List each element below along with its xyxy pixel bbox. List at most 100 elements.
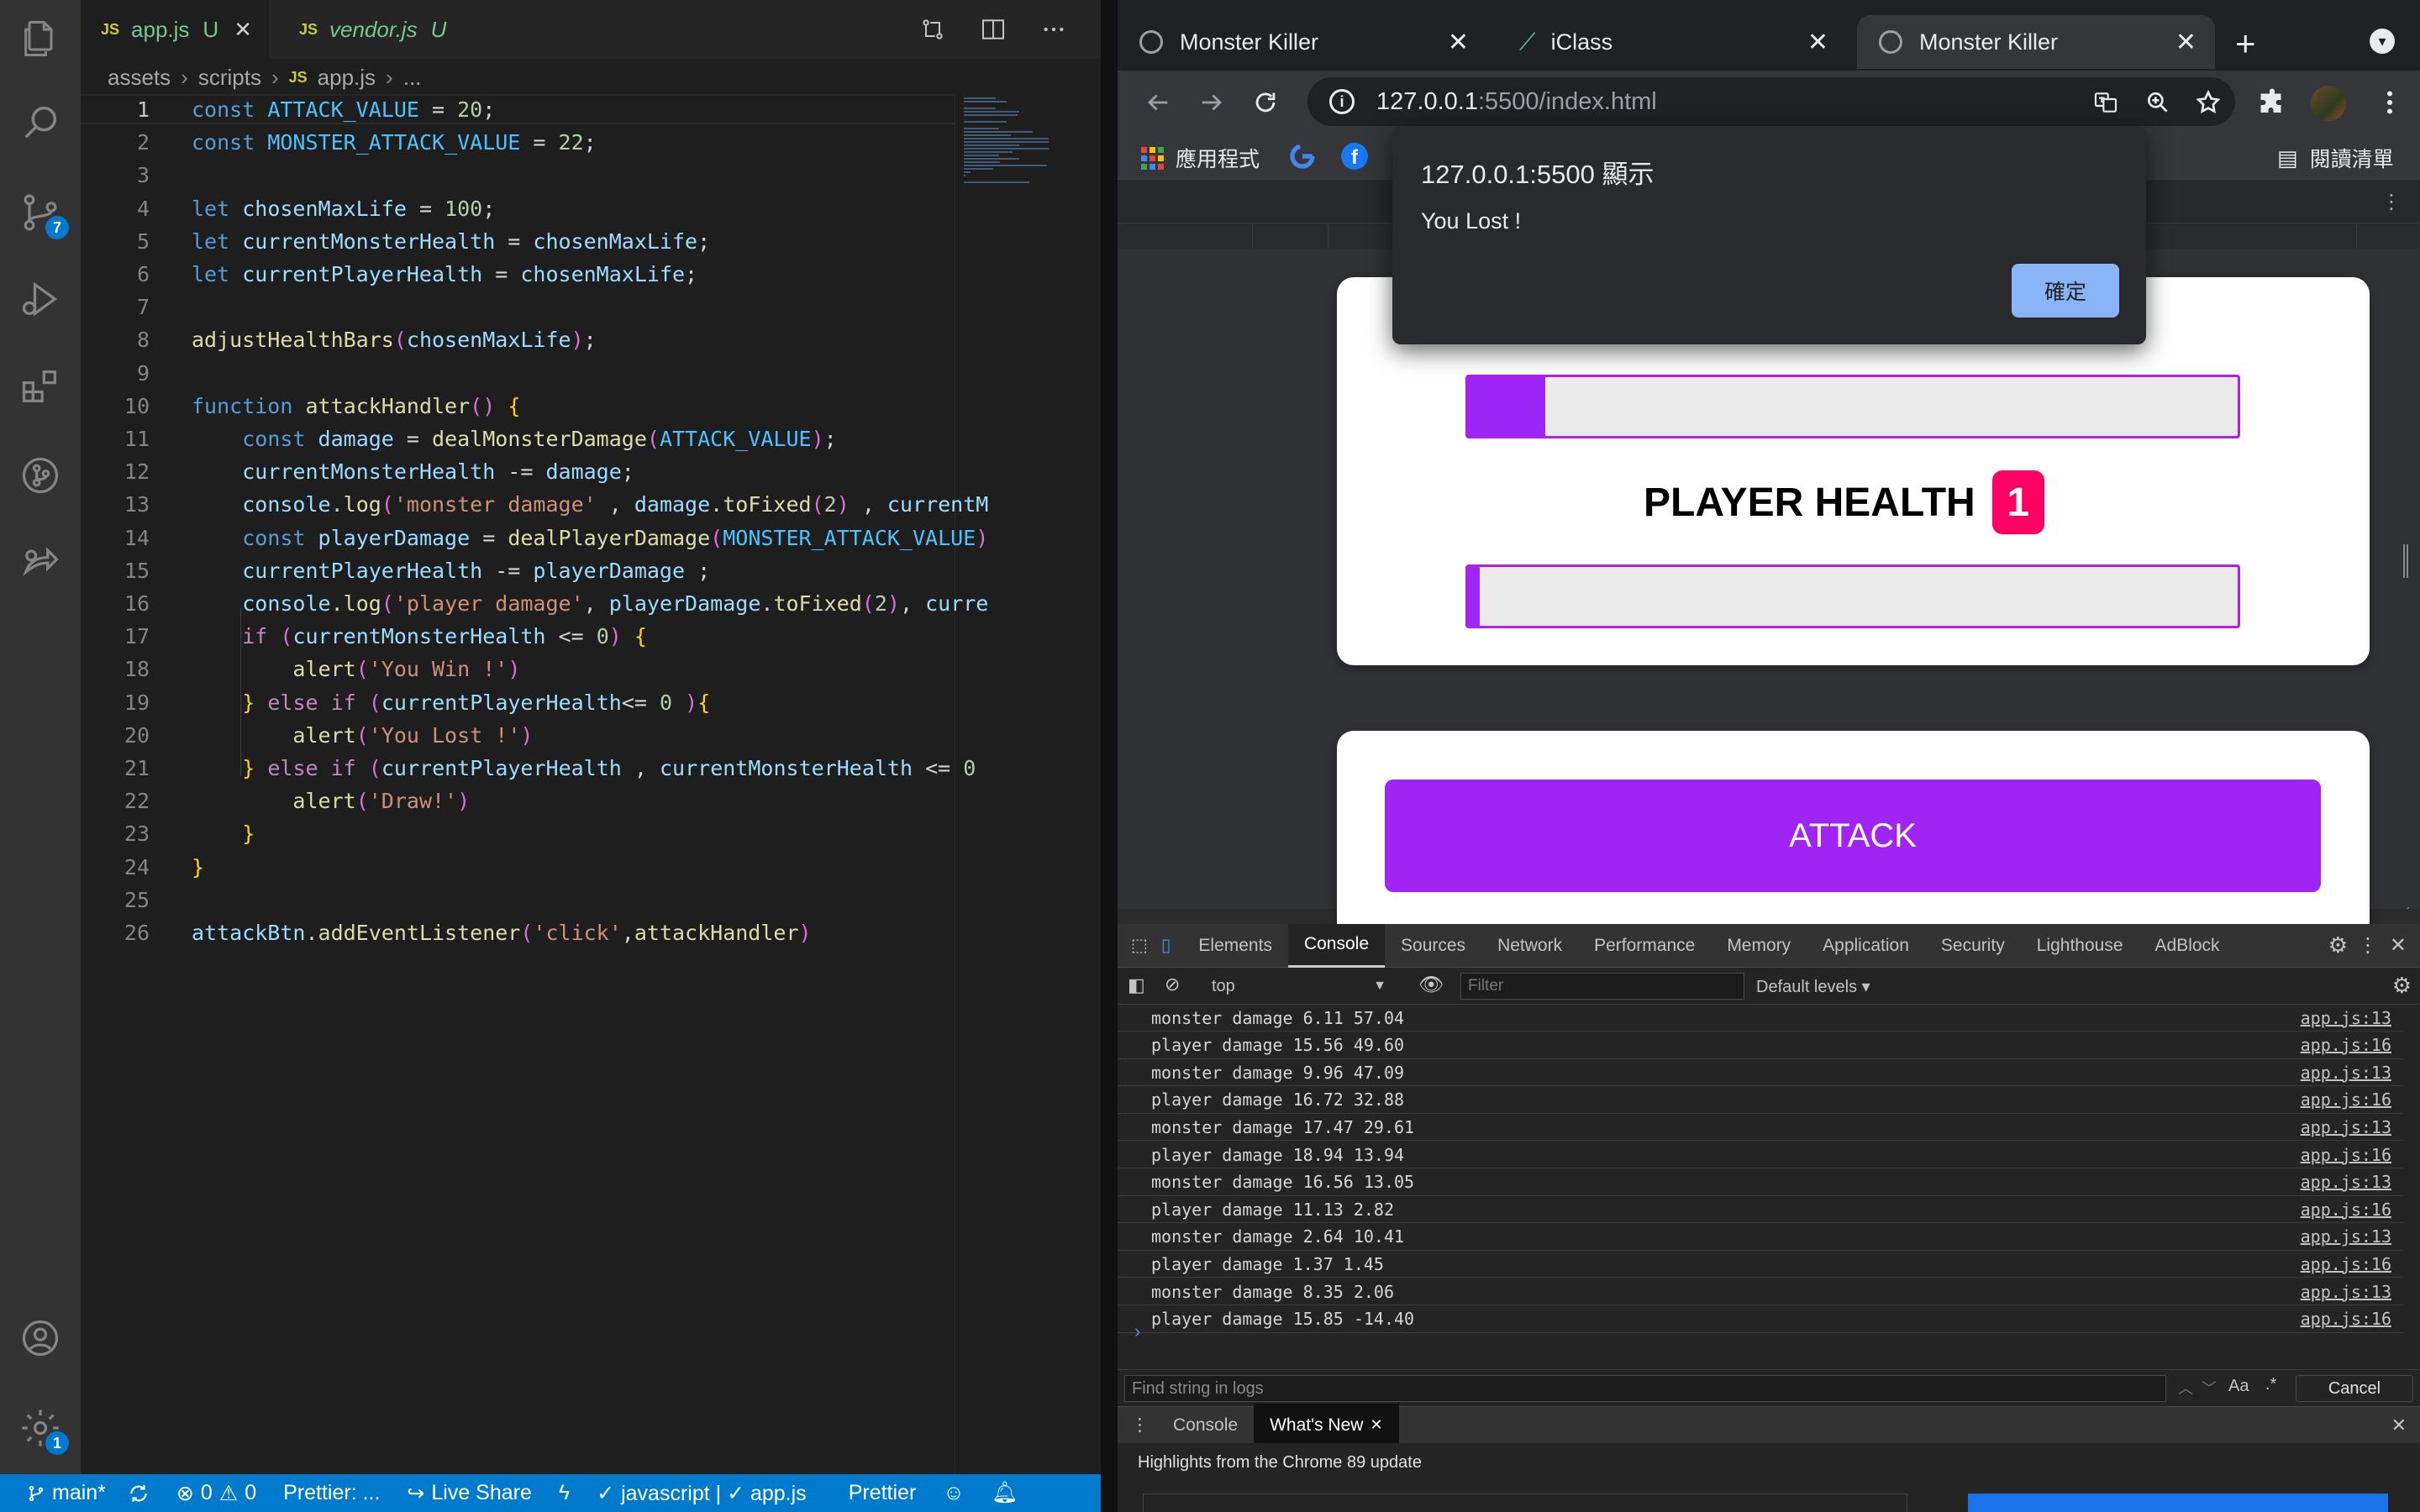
- tab-memory[interactable]: Memory: [1711, 924, 1807, 968]
- close-tab-icon[interactable]: ✕: [234, 17, 252, 43]
- tab-adblock[interactable]: AdBlock: [2139, 924, 2236, 968]
- reading-list[interactable]: ▤ 閱讀清單: [2277, 143, 2394, 173]
- tab-vendor-js[interactable]: JS vendor.js U: [279, 0, 466, 59]
- breadcrumb-item[interactable]: assets: [108, 65, 171, 91]
- console-filter-input[interactable]: Filter: [1460, 973, 1744, 1000]
- find-next-icon[interactable]: ﹀: [2202, 1377, 2217, 1399]
- log-source-link[interactable]: app.js:16: [2301, 1145, 2391, 1165]
- match-case-icon[interactable]: Aa: [2228, 1377, 2249, 1396]
- prettier-short-status[interactable]: Prettier: ...: [283, 1481, 380, 1505]
- find-cancel-button[interactable]: Cancel: [2296, 1375, 2413, 1402]
- log-source-link[interactable]: app.js:13: [2301, 1008, 2391, 1028]
- code-line[interactable]: const ATTACK_VALUE = 20;: [192, 97, 495, 122]
- log-levels-select[interactable]: Default levels ▾: [1756, 976, 1870, 997]
- console-settings-icon[interactable]: ⚙: [2392, 973, 2412, 999]
- feedback-icon[interactable]: ☺: [943, 1481, 965, 1505]
- tab-sources[interactable]: Sources: [1385, 924, 1481, 968]
- log-source-link[interactable]: app.js:16: [2301, 1035, 2391, 1055]
- code-line[interactable]: } else if (currentPlayerHealth , current…: [192, 756, 976, 780]
- find-prev-icon[interactable]: ︿: [2178, 1377, 2193, 1399]
- devtools-settings-icon[interactable]: ⚙: [2328, 932, 2348, 958]
- console-prompt[interactable]: ›: [1134, 1320, 1140, 1342]
- tab-network[interactable]: Network: [1481, 924, 1578, 968]
- log-source-link[interactable]: app.js:13: [2301, 1282, 2391, 1302]
- live-expression-eye-icon[interactable]: 👁︎: [1418, 973, 1444, 997]
- inspect-element-icon[interactable]: ⬚: [1118, 924, 1155, 968]
- find-in-logs-input[interactable]: Find string in logs: [1124, 1375, 2166, 1402]
- open-changes-icon[interactable]: [919, 16, 946, 43]
- back-icon[interactable]: [1141, 86, 1175, 119]
- code-line[interactable]: } else if (currentPlayerHealth<= 0 ){: [192, 690, 710, 715]
- log-source-link[interactable]: app.js:16: [2301, 1200, 2391, 1220]
- site-info-icon[interactable]: i: [1329, 89, 1355, 114]
- log-source-link[interactable]: app.js:13: [2301, 1226, 2391, 1247]
- code-line[interactable]: const playerDamage = dealPlayerDamage(MO…: [192, 526, 988, 550]
- devtools-menu-icon[interactable]: ⋮: [2358, 933, 2378, 958]
- tab-elements[interactable]: Elements: [1182, 924, 1288, 968]
- reload-icon[interactable]: [1249, 86, 1282, 119]
- url-text[interactable]: 127.0.0.1:5500/index.html: [1376, 88, 1657, 116]
- breadcrumb-item[interactable]: scripts: [198, 65, 261, 91]
- breadcrumb-item[interactable]: ...: [403, 65, 422, 91]
- more-actions-icon[interactable]: [1040, 16, 1067, 43]
- code-line[interactable]: alert('You Lost !'): [192, 723, 533, 748]
- run-debug-icon[interactable]: [17, 276, 64, 323]
- split-editor-icon[interactable]: [980, 16, 1007, 43]
- minimap[interactable]: [955, 94, 1097, 1474]
- code-line[interactable]: adjustHealthBars(chosenMaxLife);: [192, 328, 597, 352]
- tab-monster-killer-1[interactable]: Monster Killer ✕: [1118, 15, 1487, 69]
- code-line[interactable]: alert('You Win !'): [192, 657, 520, 681]
- log-source-link[interactable]: app.js:16: [2301, 1309, 2391, 1329]
- log-source-link[interactable]: app.js:13: [2301, 1063, 2391, 1083]
- settings-gear-icon[interactable]: 1: [17, 1404, 69, 1455]
- source-control-icon[interactable]: 7: [17, 189, 69, 239]
- attack-button[interactable]: ATTACK: [1385, 780, 2321, 892]
- code-line[interactable]: alert('Draw!'): [192, 789, 470, 813]
- device-toggle-icon[interactable]: ▯: [1155, 924, 1183, 968]
- breadcrumb-item[interactable]: app.js: [318, 65, 376, 91]
- tab-monster-killer-active[interactable]: Monster Killer ✕: [1857, 15, 2215, 69]
- bookmark-apps[interactable]: 應用程式: [1141, 143, 1260, 173]
- google-icon[interactable]: [1289, 143, 1316, 170]
- extensions-puzzle-icon[interactable]: [2257, 87, 2287, 118]
- tab-app-js[interactable]: JS app.js U ✕: [81, 0, 269, 59]
- search-icon[interactable]: [17, 99, 64, 146]
- drawer-menu-icon[interactable]: ⋮: [1118, 1404, 1157, 1447]
- lightning-icon[interactable]: ϟ: [559, 1481, 570, 1505]
- chrome-menu-icon[interactable]: [2375, 87, 2405, 118]
- code-line[interactable]: console.log('monster damage' , damage.to…: [192, 492, 988, 517]
- problems-status[interactable]: ⊗ 0 ⚠ 0: [176, 1481, 256, 1506]
- live-share-status[interactable]: ↪ Live Share: [407, 1481, 531, 1506]
- tab-search-icon[interactable]: ▾: [2370, 29, 2395, 54]
- tab-application[interactable]: Application: [1807, 924, 1925, 968]
- language-status[interactable]: ✓ javascript | ✓ app.js: [597, 1481, 807, 1506]
- page-resize-handle[interactable]: [2403, 544, 2408, 578]
- translate-icon[interactable]: [2092, 89, 2119, 116]
- live-share-icon[interactable]: [17, 538, 64, 585]
- devtools-close-icon[interactable]: ✕: [2390, 933, 2407, 958]
- drawer-tab-console[interactable]: Console: [1157, 1404, 1254, 1447]
- zoom-icon[interactable]: [2144, 89, 2171, 116]
- context-select[interactable]: top ▼: [1212, 974, 1397, 998]
- device-toolbar-menu-icon[interactable]: ⋮: [2381, 190, 2402, 214]
- code-line[interactable]: const damage = dealMonsterDamage(ATTACK_…: [192, 427, 836, 451]
- forward-icon[interactable]: [1195, 86, 1228, 119]
- sidebar-toggle-icon[interactable]: ◧: [1128, 974, 1145, 996]
- drawer-tab-whats-new[interactable]: What's New ✕: [1254, 1403, 1399, 1447]
- close-drawer-tab-icon[interactable]: ✕: [1370, 1416, 1382, 1434]
- log-source-link[interactable]: app.js:16: [2301, 1089, 2391, 1110]
- explorer-icon[interactable]: [17, 15, 64, 62]
- close-tab-icon[interactable]: ✕: [2175, 28, 2196, 57]
- tab-console[interactable]: Console: [1287, 923, 1386, 968]
- code-line[interactable]: }: [192, 822, 255, 846]
- facebook-icon[interactable]: f: [1341, 143, 1368, 170]
- tab-lighthouse[interactable]: Lighthouse: [2021, 924, 2139, 968]
- branch-status[interactable]: main*: [27, 1481, 106, 1505]
- address-bar[interactable]: i 127.0.0.1:5500/index.html: [1307, 77, 2235, 126]
- log-source-link[interactable]: app.js:13: [2301, 1172, 2391, 1192]
- bookmark-star-icon[interactable]: [2195, 89, 2222, 116]
- code-line[interactable]: attackBtn.addEventListener('click',attac…: [192, 921, 812, 945]
- code-line[interactable]: currentPlayerHealth -= playerDamage ;: [192, 559, 710, 583]
- tab-iclass[interactable]: ⟋ iClass ✕: [1497, 15, 1847, 69]
- code-line[interactable]: const MONSTER_ATTACK_VALUE = 22;: [192, 130, 597, 155]
